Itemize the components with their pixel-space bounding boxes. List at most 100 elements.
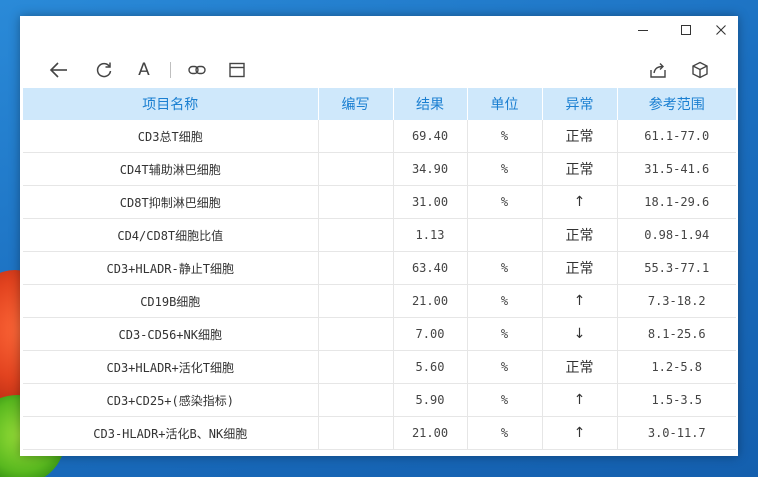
back-button[interactable] [47, 58, 71, 82]
minimize-icon [638, 30, 648, 31]
header-item-name[interactable]: 项目名称 [23, 88, 319, 120]
cell-code [318, 317, 394, 351]
refresh-icon [96, 62, 112, 78]
header-flag[interactable]: 异常 [542, 88, 618, 120]
cell-unit: % [467, 383, 543, 417]
cell-unit: % [467, 284, 543, 318]
box-button[interactable] [688, 58, 712, 82]
minimize-button[interactable] [630, 18, 656, 42]
cell-code [318, 383, 394, 417]
results-table-container[interactable]: 项目名称 编写 结果 单位 异常 参考范围 CD3总T细胞 69.40 % 正常… [23, 88, 736, 456]
title-bar [20, 16, 738, 44]
report-window: A 项目名称 编写 结果 单位 异常 参考范围 CD3总T细胞 69.40 % … [20, 16, 738, 456]
cell-unit: % [467, 251, 543, 285]
cell-item-name: CD3-HLADR+活化B、NK细胞 [23, 416, 319, 450]
share-icon [650, 63, 666, 78]
cell-unit: % [467, 185, 543, 219]
toolbar: A [20, 50, 738, 90]
header-code[interactable]: 编写 [318, 88, 394, 120]
toolbar-divider [170, 62, 171, 78]
cell-flag: 正常 [542, 152, 618, 186]
table-header-row: 项目名称 编写 结果 单位 异常 参考范围 [23, 88, 736, 120]
cell-result: 5.60 [393, 350, 468, 384]
cell-unit: % [467, 152, 543, 186]
cell-flag: ↑ [542, 284, 618, 318]
window-button[interactable] [225, 58, 249, 82]
cell-result: 5.90 [393, 383, 468, 417]
table-row[interactable]: CD8T抑制淋巴细胞 31.00 % ↑ 18.1-29.6 [23, 185, 736, 219]
cell-flag: 正常 [542, 350, 618, 384]
cell-result: 34.90 [393, 152, 468, 186]
header-unit[interactable]: 单位 [467, 88, 543, 120]
cell-result: 21.00 [393, 416, 468, 450]
cell-unit: % [467, 317, 543, 351]
cell-code [318, 152, 394, 186]
cell-unit: % [467, 416, 543, 450]
table-row[interactable]: CD4T辅助淋巴细胞 34.90 % 正常 31.5-41.6 [23, 152, 736, 186]
table-row[interactable]: CD3总T细胞 69.40 % 正常 61.1-77.0 [23, 120, 736, 153]
window-icon [229, 62, 245, 78]
cell-unit: % [467, 120, 543, 153]
share-button[interactable] [646, 58, 670, 82]
cell-result: 31.00 [393, 185, 468, 219]
cell-flag: 正常 [542, 120, 618, 153]
header-reference-range[interactable]: 参考范围 [617, 88, 736, 120]
cell-code [318, 120, 394, 153]
cell-flag: 正常 [542, 251, 618, 285]
cell-item-name: CD3+HLADR-静止T细胞 [23, 251, 319, 285]
cell-flag: ↑ [542, 383, 618, 417]
cell-reference-range: 7.3-18.2 [617, 284, 736, 318]
cell-item-name: CD19B细胞 [23, 284, 319, 318]
cell-flag: ↓ [542, 317, 618, 351]
cell-result: 7.00 [393, 317, 468, 351]
cell-flag: ↑ [542, 416, 618, 450]
cell-code [318, 284, 394, 318]
cell-item-name: CD3+CD25+(感染指标) [23, 383, 319, 417]
refresh-button[interactable] [92, 58, 116, 82]
cell-reference-range: 3.0-11.7 [617, 416, 736, 450]
cell-reference-range: 55.3-77.1 [617, 251, 736, 285]
table-row[interactable]: CD4/CD8T细胞比值 1.13 正常 0.98-1.94 [23, 218, 736, 252]
link-icon [188, 65, 206, 75]
cell-result: 21.00 [393, 284, 468, 318]
results-table: 项目名称 编写 结果 单位 异常 参考范围 CD3总T细胞 69.40 % 正常… [23, 88, 736, 450]
font-button[interactable]: A [132, 58, 156, 82]
maximize-icon [681, 25, 691, 35]
cell-reference-range: 1.5-3.5 [617, 383, 736, 417]
font-icon: A [138, 59, 150, 80]
link-button[interactable] [185, 58, 209, 82]
table-row[interactable]: CD3+HLADR-静止T细胞 63.40 % 正常 55.3-77.1 [23, 251, 736, 285]
cell-reference-range: 8.1-25.6 [617, 317, 736, 351]
table-row[interactable]: CD19B细胞 21.00 % ↑ 7.3-18.2 [23, 284, 736, 318]
cell-reference-range: 18.1-29.6 [617, 185, 736, 219]
cell-unit: % [467, 350, 543, 384]
cell-code [318, 350, 394, 384]
table-row[interactable]: CD3+HLADR+活化T细胞 5.60 % 正常 1.2-5.8 [23, 350, 736, 384]
cell-reference-range: 1.2-5.8 [617, 350, 736, 384]
box-icon [692, 61, 708, 79]
cell-result: 63.40 [393, 251, 468, 285]
maximize-button[interactable] [673, 18, 699, 42]
cell-result: 1.13 [393, 218, 468, 252]
cell-flag: ↑ [542, 185, 618, 219]
cell-reference-range: 0.98-1.94 [617, 218, 736, 252]
cell-reference-range: 31.5-41.6 [617, 152, 736, 186]
table-row[interactable]: CD3+CD25+(感染指标) 5.90 % ↑ 1.5-3.5 [23, 383, 736, 417]
cell-flag: 正常 [542, 218, 618, 252]
cell-result: 69.40 [393, 120, 468, 153]
cell-item-name: CD4T辅助淋巴细胞 [23, 152, 319, 186]
table-row[interactable]: CD3-HLADR+活化B、NK细胞 21.00 % ↑ 3.0-11.7 [23, 416, 736, 450]
cell-code [318, 251, 394, 285]
back-arrow-icon [49, 62, 67, 78]
cell-item-name: CD3-CD56+NK细胞 [23, 317, 319, 351]
cell-code [318, 416, 394, 450]
cell-item-name: CD3+HLADR+活化T细胞 [23, 350, 319, 384]
table-row[interactable]: CD3-CD56+NK细胞 7.00 % ↓ 8.1-25.6 [23, 317, 736, 351]
header-result[interactable]: 结果 [393, 88, 468, 120]
cell-code [318, 218, 394, 252]
cell-reference-range: 61.1-77.0 [617, 120, 736, 153]
close-icon [716, 25, 726, 35]
cell-item-name: CD3总T细胞 [23, 120, 319, 153]
cell-code [318, 185, 394, 219]
close-button[interactable] [708, 18, 734, 42]
